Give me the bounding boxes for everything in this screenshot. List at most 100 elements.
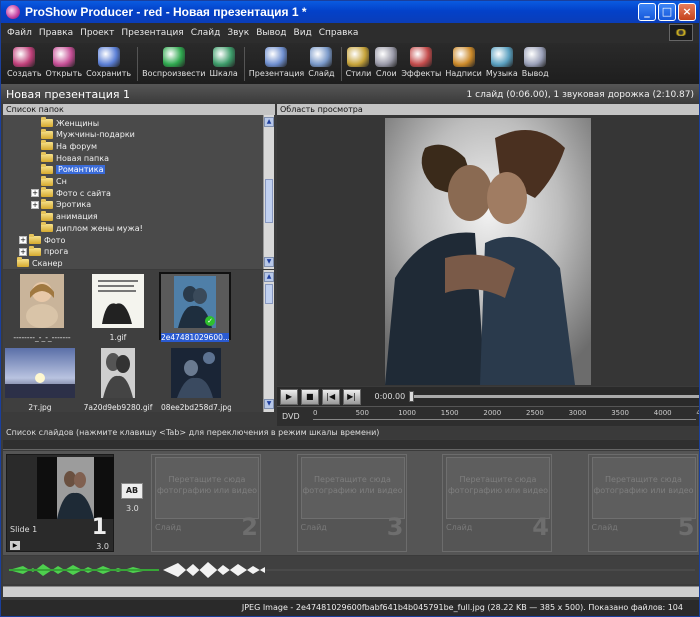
empty-slide-slot[interactable]: Перетащите сюда фотографию или видео Слай…	[587, 454, 698, 552]
main-toolbar: Создать Открыть Сохранить Воспроизвести Шкал…	[1, 43, 699, 85]
folder-item[interactable]: Мужчины-подарки	[41, 128, 135, 141]
close-button[interactable]: ×	[678, 3, 696, 21]
styles-icon	[347, 47, 370, 67]
folder-item[interactable]: Новая папка	[41, 152, 109, 164]
toolbar-captions-button[interactable]: Надписи	[445, 47, 482, 78]
toolbar-timeline-button[interactable]: Шкала	[209, 47, 238, 78]
app-logo-icon[interactable]	[6, 5, 20, 19]
scroll-down-arrow-icon[interactable]: ▼	[264, 399, 274, 409]
slide-list: Slide 1 1 ▶ 3.0 AB 3.0 Перетащите сюда ф…	[3, 451, 699, 555]
folder-item[interactable]: + Фото с сайта	[31, 187, 111, 199]
toolbar-create-button[interactable]: Создать	[7, 47, 42, 78]
toolbar-music-button[interactable]: Музыка	[486, 47, 518, 78]
file-thumb-selected[interactable]: ✓ 2e47481029600...	[159, 272, 231, 342]
slide-icon	[310, 47, 333, 67]
expand-icon[interactable]: +	[19, 247, 27, 256]
file-browser: --------_-_-_------- 1.gif ✓ 2e474810296…	[3, 270, 263, 412]
expand-icon[interactable]: +	[31, 189, 39, 198]
playback-slider[interactable]	[409, 391, 699, 402]
expand-icon[interactable]: +	[31, 200, 39, 209]
slot-number: 2	[241, 513, 258, 541]
slot-label: Слайд	[300, 523, 327, 532]
scroll-down-arrow-icon[interactable]: ▼	[264, 257, 274, 267]
menu-slide[interactable]: Слайд	[191, 28, 221, 38]
empty-slide-slot[interactable]: Перетащите сюда фотографию или видео Слай…	[296, 454, 407, 552]
folder-icon	[41, 140, 53, 151]
file-thumb[interactable]: --------_-_-_-------	[7, 274, 77, 342]
folder-item[interactable]: Сн	[41, 175, 67, 188]
ruler-tick-label: 500	[355, 409, 369, 417]
slide-play-icon[interactable]: ▶	[10, 541, 20, 550]
menu-project[interactable]: Проект	[80, 28, 114, 38]
toolbar-layers-button[interactable]: Слои	[375, 47, 398, 78]
menu-view[interactable]: Вид	[294, 28, 312, 38]
toolbar-slide-button[interactable]: Слайд	[308, 47, 335, 78]
file-thumb[interactable]: 7a20d9eb9280.gif	[83, 348, 153, 412]
slide-list-scrollbar[interactable]	[3, 586, 699, 597]
previous-slide-button[interactable]: |◀	[321, 388, 340, 405]
drop-target[interactable]: Перетащите сюда фотографию или видео	[155, 457, 259, 519]
slide-1-thumbnail	[37, 457, 114, 519]
menu-output[interactable]: Вывод	[256, 28, 286, 38]
folder-label: Мужчины-подарки	[56, 130, 135, 140]
stop-button[interactable]: ■	[300, 388, 319, 405]
scroll-up-arrow-icon[interactable]: ▲	[264, 117, 274, 127]
file-thumb[interactable]: 2т.jpg	[5, 348, 75, 412]
transition-duration[interactable]: 3.0	[126, 504, 139, 513]
toolbar-play-button[interactable]: Воспроизвести	[142, 47, 205, 78]
folder-item[interactable]: На форум	[41, 140, 97, 152]
toolbar-output-button[interactable]: Вывод	[522, 47, 549, 78]
toolbar-save-button[interactable]: Сохранить	[86, 47, 131, 78]
transition-icon[interactable]: AB	[121, 483, 143, 499]
file-thumb[interactable]: 1.gif	[83, 274, 153, 342]
empty-slide-slot[interactable]: Перетащите сюда фотографию или видео Слай…	[151, 454, 261, 552]
folder-tree-scrollbar[interactable]: ▲ ▼	[263, 115, 274, 269]
file-thumb[interactable]: 08ee2bd258d7.jpg	[161, 348, 231, 412]
audio-track[interactable]	[3, 556, 699, 584]
next-slide-button[interactable]: ▶|	[342, 388, 361, 405]
toolbar-label: Открыть	[45, 69, 83, 78]
playback-slider-handle[interactable]	[409, 391, 415, 402]
menu-edit[interactable]: Правка	[39, 28, 73, 38]
maximize-button[interactable]: □	[658, 3, 676, 21]
scroll-up-arrow-icon[interactable]: ▲	[264, 272, 274, 282]
slide-1-duration[interactable]: 3.0	[96, 542, 109, 551]
folder-item[interactable]: Сканер	[17, 257, 63, 269]
menu-audio[interactable]: Звук	[227, 28, 249, 38]
title-bar: ProShow Producer - red - Новая презентац…	[1, 1, 699, 23]
folder-item[interactable]: диплом жены мужа!	[41, 222, 143, 234]
scroll-thumb[interactable]	[265, 284, 273, 304]
empty-slide-slot[interactable]: Перетащите сюда фотографию или видео Слай…	[442, 454, 552, 552]
toolbar-presentation-button[interactable]: Презентация	[249, 47, 304, 78]
expand-icon[interactable]: +	[19, 236, 27, 244]
folder-item[interactable]: анимация	[41, 210, 98, 223]
playback-controls: ▶ ■ |◀ ▶| 0:00.00	[277, 387, 699, 406]
toolbar-styles-button[interactable]: Стили	[346, 47, 371, 78]
toolbar-separator	[340, 47, 342, 81]
timeline-icon	[212, 47, 235, 67]
scroll-thumb[interactable]	[265, 179, 273, 223]
folder-item[interactable]: + Фото	[19, 234, 65, 246]
toolbar-label: Слои	[375, 69, 397, 78]
drop-target[interactable]: Перетащите сюда фотографию или видео	[300, 457, 405, 519]
toolbar-open-button[interactable]: Открыть	[45, 47, 83, 78]
toolbar-label: Шкала	[209, 69, 238, 78]
menu-file[interactable]: Файл	[7, 28, 32, 38]
file-list-scrollbar[interactable]: ▲ ▼	[263, 270, 274, 412]
menu-help[interactable]: Справка	[319, 28, 359, 38]
slide-1[interactable]: Slide 1 1 ▶ 3.0	[6, 454, 114, 552]
toolbar-separator	[137, 47, 139, 81]
folder-item[interactable]: Женщины	[41, 117, 99, 129]
drop-target[interactable]: Перетащите сюда фотографию или видео	[591, 457, 696, 519]
drop-target[interactable]: Перетащите сюда фотографию или видео	[446, 457, 550, 519]
folder-item[interactable]: + прога	[19, 245, 68, 258]
play-button[interactable]: ▶	[280, 388, 298, 405]
folder-label: диплом жены мужа!	[56, 223, 143, 233]
folder-label: На форум	[56, 141, 98, 151]
menu-show[interactable]: Презентация	[121, 28, 183, 38]
folder-label: Женщины	[56, 118, 100, 128]
toolbar-effects-button[interactable]: Эффекты	[401, 47, 441, 78]
folder-item[interactable]: + Эротика	[31, 198, 91, 211]
minimize-button[interactable]: _	[638, 3, 656, 21]
folder-item[interactable]: Романтика	[41, 163, 106, 176]
